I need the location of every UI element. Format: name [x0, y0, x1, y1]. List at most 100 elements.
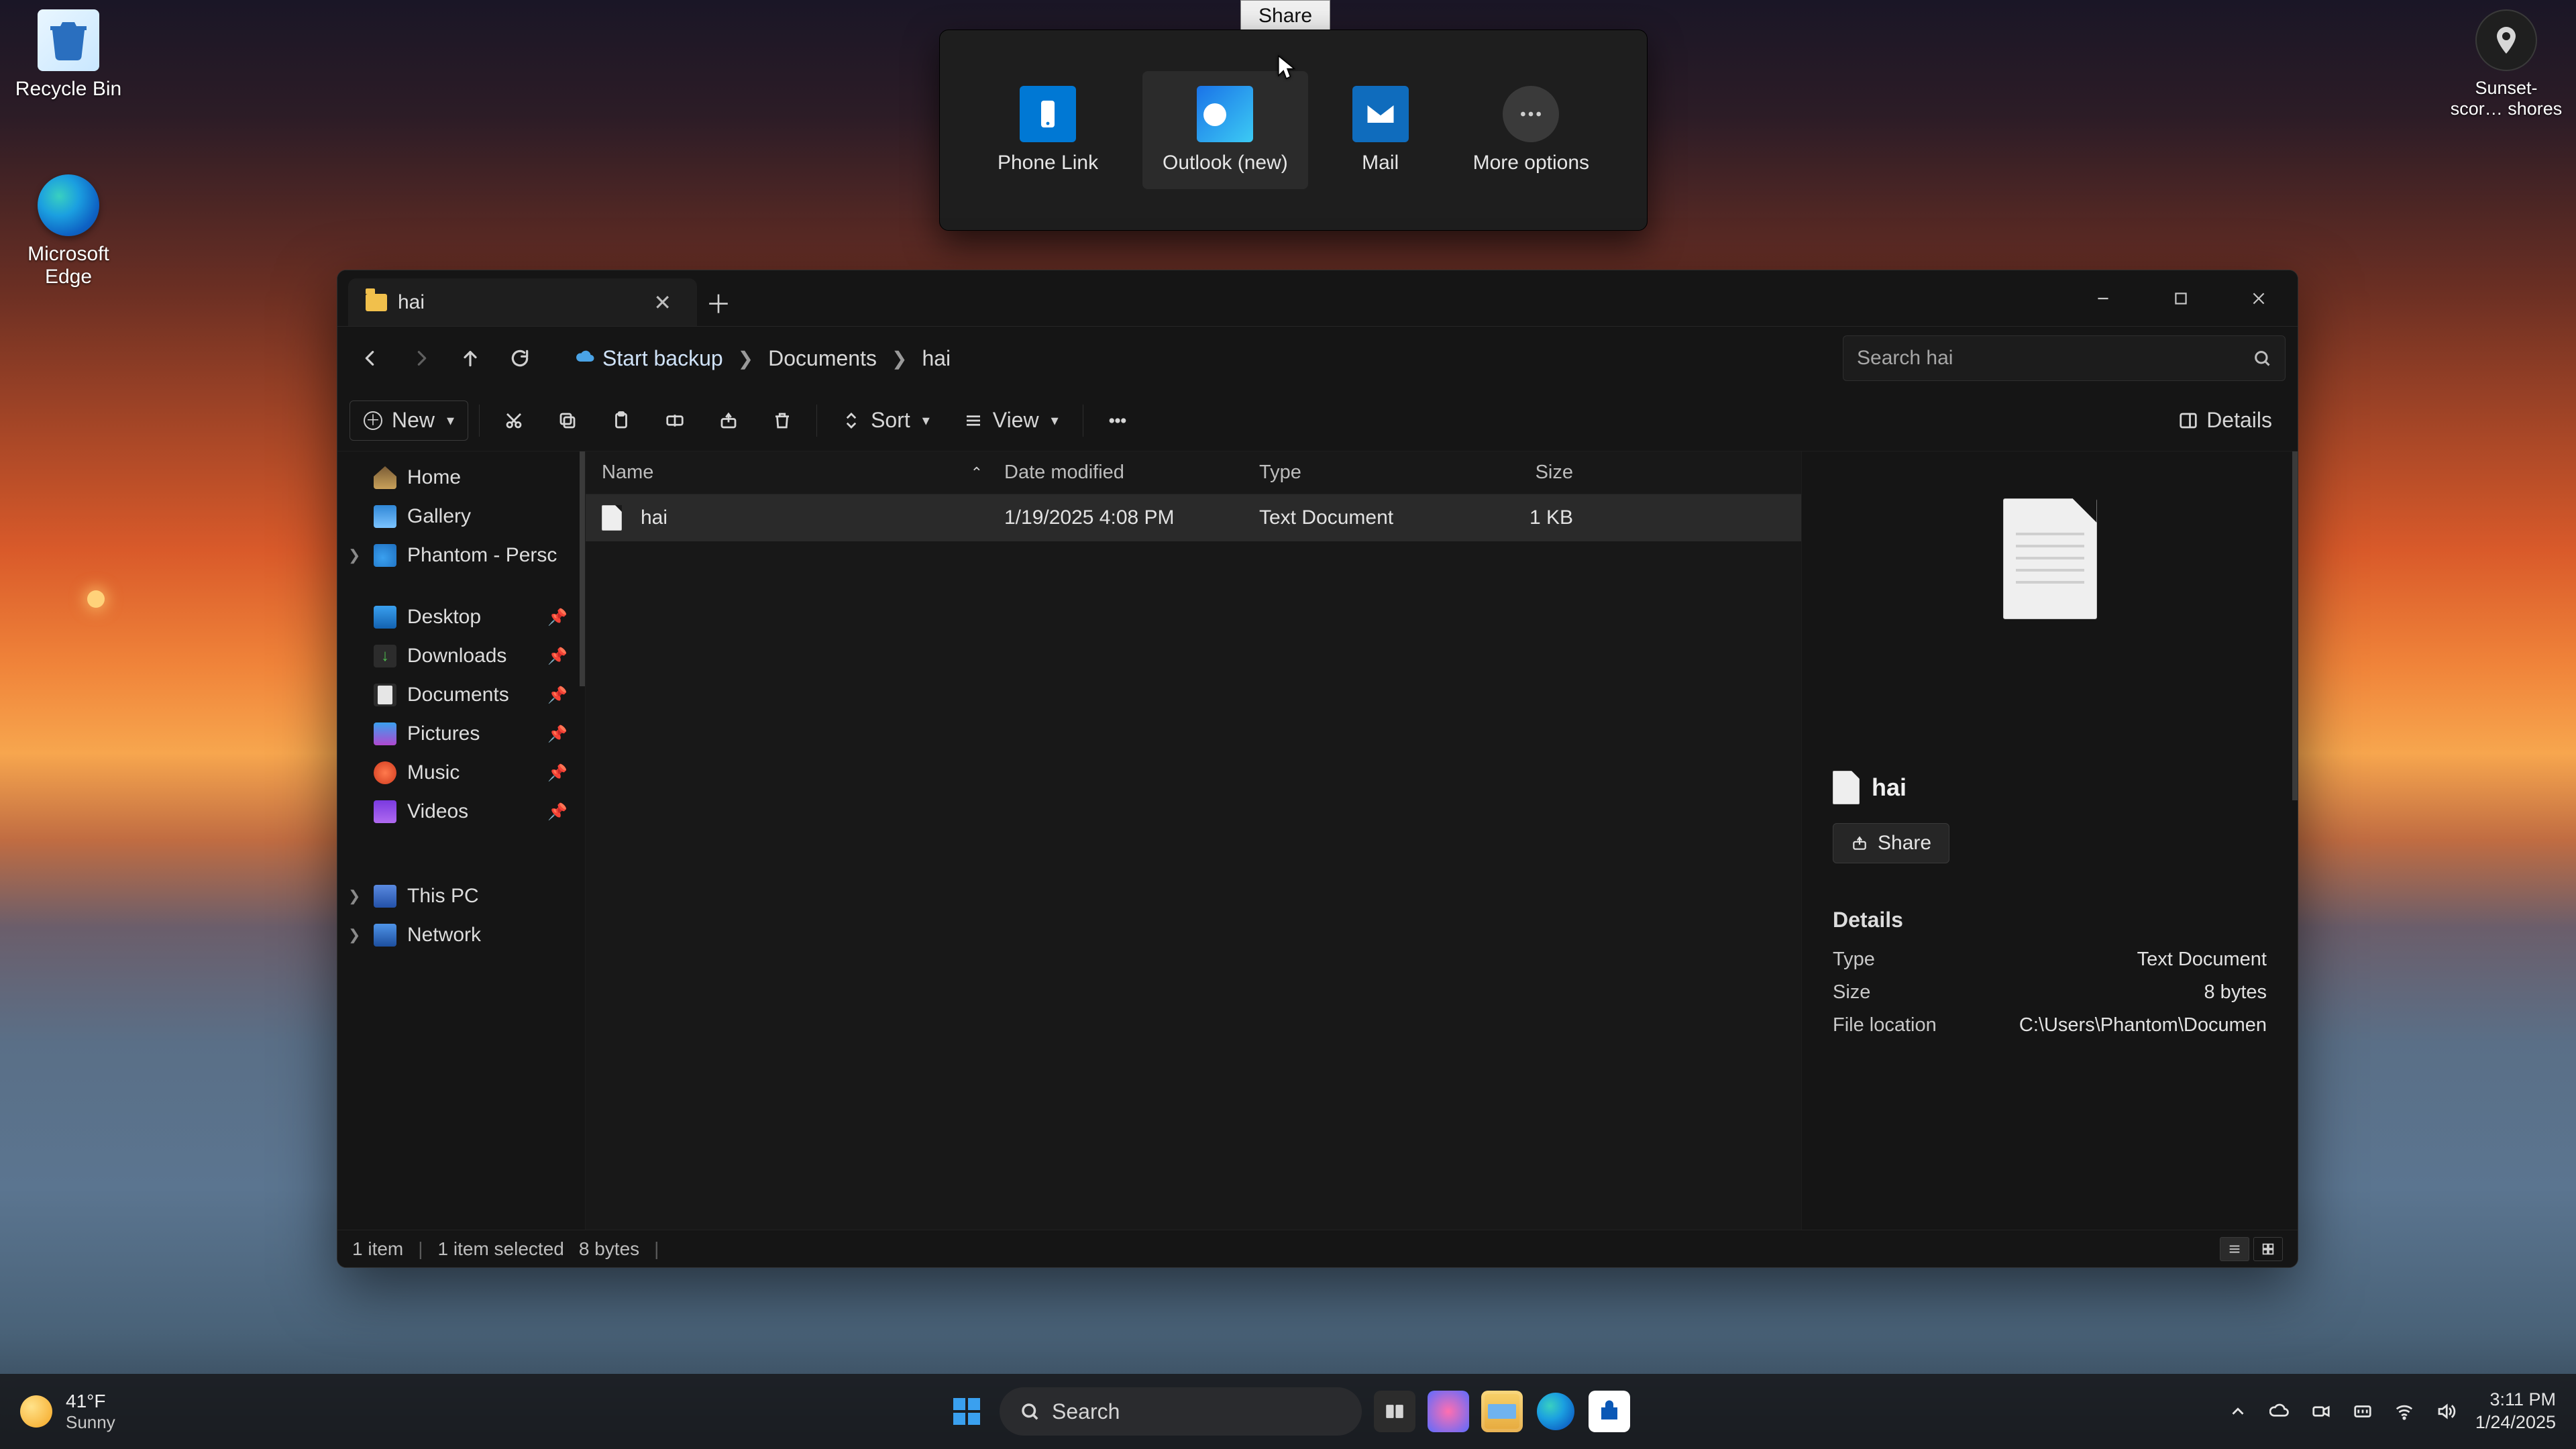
- titlebar[interactable]: hai ✕ ＋: [337, 270, 2298, 327]
- sidebar-item-desktop[interactable]: Desktop📌: [337, 598, 585, 637]
- close-button[interactable]: [2220, 270, 2298, 326]
- tray-chevron-up[interactable]: [2226, 1399, 2250, 1424]
- view-list-toggle[interactable]: [2220, 1237, 2249, 1261]
- sidebar-item-network[interactable]: ❯Network: [337, 916, 585, 955]
- share-item-outlook-new[interactable]: Outlook (new): [1142, 71, 1308, 189]
- chevron-right-icon: ❯: [889, 347, 910, 370]
- cut-button[interactable]: [490, 400, 537, 441]
- breadcrumb-hai[interactable]: hai: [914, 342, 959, 375]
- tab-hai[interactable]: hai ✕: [348, 278, 697, 326]
- tray-onedrive-icon[interactable]: [2267, 1399, 2292, 1424]
- share-item-label: Phone Link: [998, 152, 1098, 174]
- network-icon: [374, 924, 396, 947]
- start-button[interactable]: [946, 1391, 987, 1432]
- file-explorer-taskbar-button[interactable]: [1481, 1391, 1523, 1432]
- taskbar-search[interactable]: Search: [1000, 1387, 1362, 1436]
- sidebar-item-this-pc[interactable]: ❯This PC: [337, 877, 585, 916]
- maximize-button[interactable]: [2142, 270, 2220, 326]
- minimize-button[interactable]: [2064, 270, 2142, 326]
- see-more-button[interactable]: [1094, 400, 1141, 441]
- sidebar[interactable]: Home Gallery ❯Phantom - Persc Desktop📌 D…: [337, 451, 586, 1230]
- task-view-button[interactable]: [1374, 1391, 1415, 1432]
- navigation-row: Start backup ❯ Documents ❯ hai Search ha…: [337, 327, 2298, 390]
- paste-button[interactable]: [598, 400, 645, 441]
- desktop-icon-location[interactable]: Sunset-scor… shores: [2450, 9, 2563, 119]
- sidebar-item-downloads[interactable]: Downloads📌: [337, 637, 585, 676]
- column-header-name[interactable]: Name⌃: [591, 462, 994, 484]
- tab-close-button[interactable]: ✕: [645, 287, 680, 318]
- forward-button[interactable]: [399, 337, 442, 380]
- taskbar-clock[interactable]: 3:11 PM 1/24/2025: [2475, 1389, 2556, 1434]
- up-button[interactable]: [449, 337, 492, 380]
- share-item-label: More options: [1473, 152, 1589, 174]
- sidebar-item-home[interactable]: Home: [337, 458, 585, 497]
- new-button[interactable]: ＋ New ▾: [350, 400, 468, 441]
- copy-button[interactable]: [544, 400, 591, 441]
- pin-icon: 📌: [547, 724, 568, 744]
- details-pane-toggle[interactable]: Details: [2165, 408, 2286, 433]
- tray-language-icon[interactable]: [2351, 1399, 2375, 1424]
- breadcrumb-documents[interactable]: Documents: [760, 342, 885, 375]
- back-button[interactable]: [350, 337, 392, 380]
- sidebar-item-pictures[interactable]: Pictures📌: [337, 714, 585, 753]
- details-heading: Details: [1833, 908, 2267, 932]
- chevron-right-icon: ❯: [348, 547, 360, 564]
- edge-taskbar-button[interactable]: [1535, 1391, 1576, 1432]
- desktop-icon-label: Microsoft Edge: [12, 243, 125, 288]
- column-header-type[interactable]: Type: [1248, 462, 1450, 484]
- desktop-icon-edge[interactable]: Microsoft Edge: [12, 174, 125, 288]
- sidebar-item-music[interactable]: Music📌: [337, 753, 585, 792]
- share-item-more-options[interactable]: More options: [1453, 71, 1609, 189]
- search-input[interactable]: Search hai: [1843, 335, 2286, 381]
- delete-button[interactable]: [759, 400, 806, 441]
- pin-icon: 📌: [547, 608, 568, 627]
- onedrive-icon: [374, 544, 396, 567]
- details-row-size: Size8 bytes: [1833, 976, 2267, 1009]
- details-pane[interactable]: hai Share Details TypeText Document Size…: [1801, 451, 2298, 1230]
- taskbar[interactable]: 41°F Sunny Search 3:11 PM 1/24/2025: [0, 1374, 2576, 1449]
- refresh-button[interactable]: [498, 337, 541, 380]
- store-taskbar-button[interactable]: [1589, 1391, 1630, 1432]
- weather-icon: [20, 1395, 52, 1428]
- status-selection: 1 item selected: [438, 1238, 564, 1260]
- file-list-pane[interactable]: Name⌃ Date modified Type Size hai 1/19/2…: [586, 451, 1801, 1230]
- file-list-header[interactable]: Name⌃ Date modified Type Size: [586, 451, 1801, 494]
- folder-icon: [366, 294, 387, 311]
- more-options-icon: [1503, 86, 1559, 142]
- sidebar-item-documents[interactable]: Documents📌: [337, 676, 585, 714]
- tray-meet-now-icon[interactable]: [2309, 1399, 2333, 1424]
- sidebar-item-gallery[interactable]: Gallery: [337, 497, 585, 536]
- share-button[interactable]: [705, 400, 752, 441]
- text-file-icon: [1833, 771, 1860, 804]
- details-share-button[interactable]: Share: [1833, 823, 1949, 863]
- sort-asc-icon: ⌃: [971, 464, 983, 482]
- column-header-date[interactable]: Date modified: [994, 462, 1248, 484]
- view-thumbnails-toggle[interactable]: [2253, 1237, 2283, 1261]
- share-item-phone-link[interactable]: Phone Link: [977, 71, 1118, 189]
- file-row[interactable]: hai 1/19/2025 4:08 PM Text Document 1 KB: [586, 494, 1801, 541]
- documents-icon: [374, 684, 396, 706]
- tray-volume-icon[interactable]: [2434, 1399, 2458, 1424]
- taskbar-weather[interactable]: 41°F Sunny: [20, 1391, 115, 1433]
- status-bar: 1 item | 1 item selected 8 bytes |: [337, 1230, 2298, 1267]
- tray-wifi-icon[interactable]: [2392, 1399, 2416, 1424]
- view-button[interactable]: View ▾: [950, 400, 1072, 441]
- pin-icon: 📌: [547, 763, 568, 783]
- breadcrumb[interactable]: Start backup ❯ Documents ❯ hai: [559, 335, 1825, 381]
- desktop-icon-recycle-bin[interactable]: Recycle Bin: [12, 9, 125, 101]
- column-header-size[interactable]: Size: [1450, 462, 1584, 484]
- chevron-down-icon: ▾: [1051, 412, 1059, 429]
- weather-condition: Sunny: [66, 1412, 115, 1433]
- breadcrumb-start-backup[interactable]: Start backup: [568, 342, 731, 375]
- copilot-button[interactable]: [1428, 1391, 1469, 1432]
- sort-button[interactable]: Sort ▾: [828, 400, 943, 441]
- share-item-mail[interactable]: Mail: [1332, 71, 1429, 189]
- sidebar-item-onedrive[interactable]: ❯Phantom - Persc: [337, 536, 585, 575]
- edge-icon: [38, 174, 99, 236]
- chevron-right-icon: ❯: [735, 347, 756, 370]
- sidebar-item-videos[interactable]: Videos📌: [337, 792, 585, 831]
- rename-button[interactable]: [651, 400, 698, 441]
- new-tab-button[interactable]: ＋: [697, 278, 740, 326]
- share-item-label: Outlook (new): [1163, 152, 1288, 174]
- desktop-icon: [374, 606, 396, 629]
